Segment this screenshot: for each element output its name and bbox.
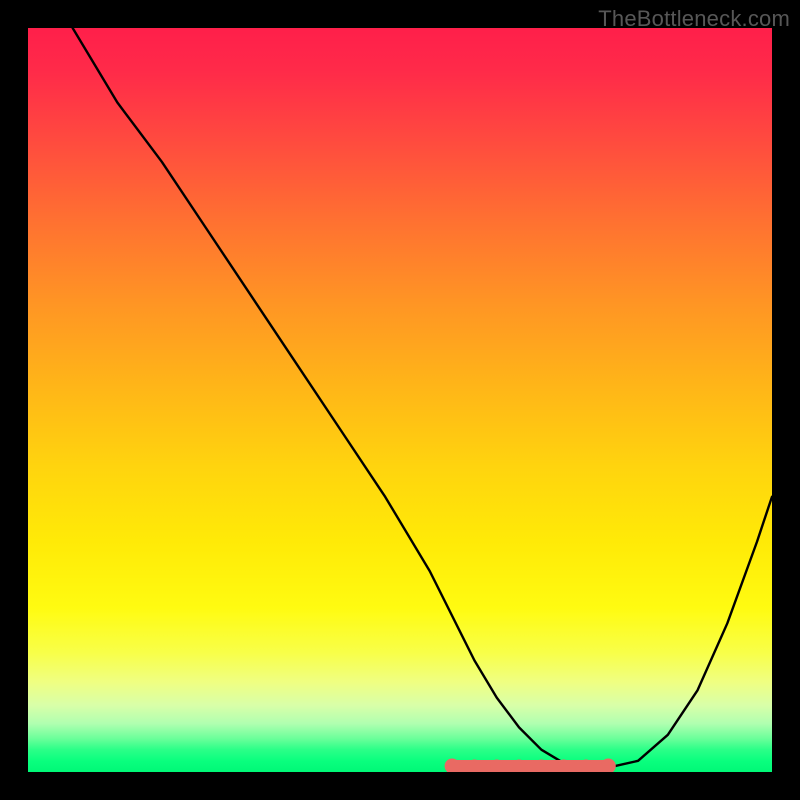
bottleneck-curve	[73, 28, 772, 768]
flat-marker	[557, 760, 570, 772]
flat-marker	[513, 760, 526, 772]
flat-marker	[535, 760, 548, 772]
flat-marker	[490, 760, 503, 772]
chart-frame: TheBottleneck.com	[0, 0, 800, 800]
curve-layer	[28, 28, 772, 772]
flat-marker	[468, 760, 481, 772]
plot-area	[28, 28, 772, 772]
flat-marker	[580, 760, 593, 772]
watermark-text: TheBottleneck.com	[598, 6, 790, 32]
